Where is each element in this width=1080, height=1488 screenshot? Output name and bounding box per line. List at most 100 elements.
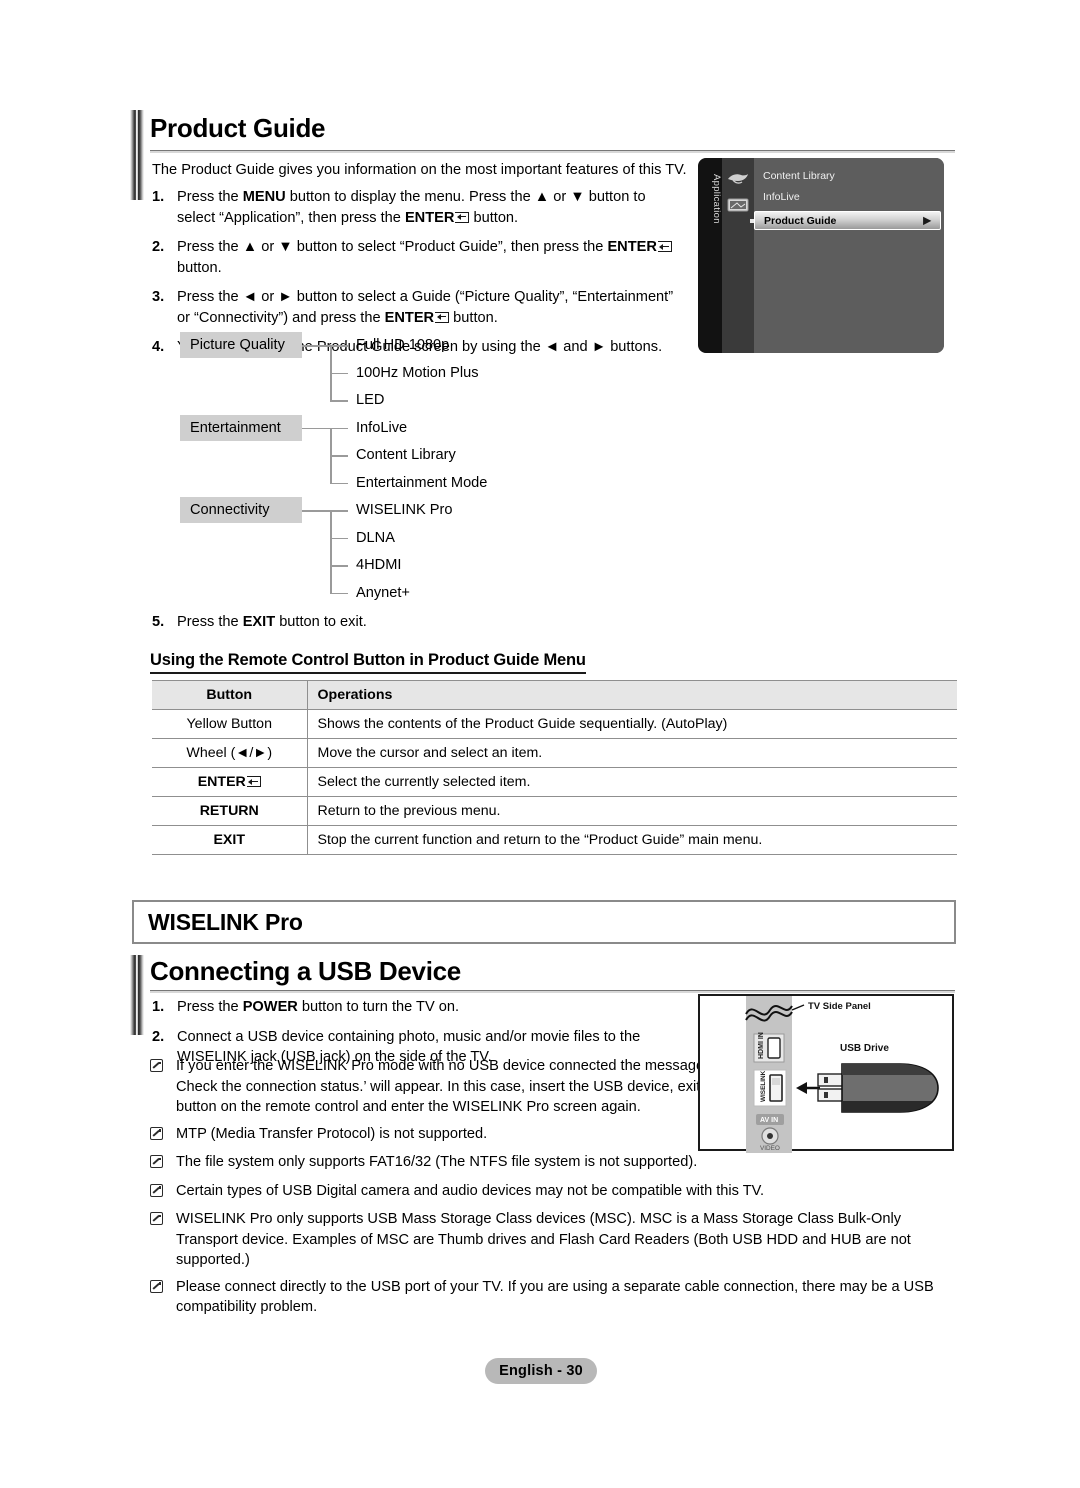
osd-sidebar-label: Application	[711, 174, 722, 224]
wiselink-pro-title: WISELINK Pro	[148, 908, 303, 935]
table-cell-button: EXIT	[152, 825, 308, 855]
osd-application-sidebar: Application	[698, 158, 722, 353]
bird-icon	[727, 171, 749, 186]
step-number: 1.	[152, 189, 165, 205]
tree-leaf-label: Content Library	[356, 447, 456, 463]
table-cell-button: ENTER	[152, 767, 308, 797]
wiselink-pro-section-box: WISELINK Pro	[132, 900, 956, 944]
step-number: 3.	[152, 289, 165, 305]
tree-leaf-connector	[330, 482, 348, 484]
table-row: Wheel (◄/►) Move the cursor and select an…	[152, 738, 957, 768]
step-number: 5.	[152, 614, 165, 630]
button-name: EXIT	[213, 832, 246, 848]
tree-group-label: Picture Quality	[190, 337, 285, 353]
step-text: Press the ◄ or ► button to select a Guid…	[177, 289, 674, 326]
numbered-step: 1. Press the POWER button to turn the TV …	[152, 997, 672, 1018]
table-cell-operation: Stop the current function and return to …	[307, 825, 957, 855]
manual-page: Product Guide The Product Guide gives yo…	[0, 0, 1080, 1488]
table-cell-operation: Select the currently selected item.	[307, 767, 957, 797]
tree-leaf-label: Full HD 1080p	[356, 337, 450, 353]
tree-group-box: Entertainment	[180, 414, 302, 441]
table-row: EXIT Stop the current function and return…	[152, 825, 957, 855]
note-text: WISELINK Pro only supports USB Mass Stor…	[176, 1211, 911, 1268]
tree-leaf-label: WISELINK Pro	[356, 502, 453, 518]
osd-menu-item[interactable]: InfoLive	[758, 189, 800, 206]
numbered-step: 5. Press the EXIT button to exit.	[152, 612, 682, 633]
hdmi-in-port-label: HDMI IN	[758, 1032, 765, 1059]
table-cell-button: Yellow Button	[152, 709, 308, 739]
chevron-right-icon: ▶	[923, 215, 931, 226]
note-icon	[150, 1056, 176, 1118]
step-text: Press the MENU button to display the men…	[177, 189, 646, 226]
tree-leaf-label: Anynet+	[356, 584, 410, 601]
tree-group-label: Entertainment	[190, 419, 281, 436]
page-title-product-guide: Product Guide	[150, 112, 326, 144]
osd-menu-item[interactable]: Content Library	[758, 168, 835, 185]
table-row: Yellow Button Shows the contents of the P…	[152, 709, 957, 739]
tree-leaf-label: 4HDMI	[356, 557, 402, 573]
remote-table-heading: Using the Remote Control Button in Produ…	[150, 651, 586, 674]
table-row: ENTER Select the currently selected item.	[152, 767, 957, 797]
note-icon	[150, 1277, 176, 1318]
tv-icon	[727, 198, 749, 213]
tree-leaf-connector	[330, 565, 348, 567]
note-icon	[150, 1209, 176, 1271]
video-jack-label: VIDEO	[760, 1145, 780, 1152]
table-cell-operation: Return to the previous menu.	[307, 796, 957, 826]
table-cell-operation: Move the cursor and select an item.	[307, 738, 957, 768]
tree-leaf-label: LED	[356, 392, 385, 408]
product-guide-title: Product Guide	[150, 113, 326, 143]
remote-operations-table: Button Operations Yellow Button Shows the…	[152, 680, 957, 855]
tree-leaf-label: Entertainment Mode	[356, 474, 488, 491]
section-marker-usb	[130, 955, 144, 1035]
tree-connector	[302, 427, 330, 429]
note-text: Certain types of USB Digital camera and …	[176, 1182, 765, 1199]
button-name: Yellow Button	[186, 716, 272, 732]
usb-diagram-svg: TV Side Panel HDMI IN WISELINK AV IN VID…	[745, 996, 939, 1153]
tree-connector	[302, 510, 330, 512]
osd-menu-item[interactable]: Product Guide ▶	[750, 211, 941, 230]
osd-menu-list: Content Library InfoLive Product Guide ▶	[750, 158, 944, 353]
product-guide-intro: The Product Guide gives you information …	[152, 162, 687, 178]
note-item: Please connect directly to the USB port …	[150, 1277, 940, 1318]
note-item: WISELINK Pro only supports USB Mass Stor…	[150, 1209, 940, 1271]
usb-connection-diagram: TV Side Panel HDMI IN WISELINK AV IN VID…	[698, 994, 954, 1153]
step-number: 2.	[152, 239, 165, 255]
numbered-step: 3. Press the ◄ or ► button to select a Gu…	[152, 287, 682, 328]
numbered-step: 1. Press the MENU button to display the m…	[152, 187, 682, 228]
button-name: Wheel (◄/►)	[186, 745, 273, 761]
note-icon	[150, 1124, 176, 1147]
step-text: Press the EXIT button to exit.	[177, 614, 367, 630]
osd-selection-tick	[750, 218, 754, 223]
product-guide-tree-diagram: Picture Quality Full HD 1080p 100Hz Motion…	[150, 330, 710, 605]
osd-menu-item-label: Product Guide	[764, 215, 837, 227]
tree-group-label: Connectivity	[190, 502, 270, 518]
osd-menu-item-label: Content Library	[763, 170, 835, 182]
tree-leaf-connector	[330, 537, 348, 539]
note-text: Please connect directly to the USB port …	[176, 1278, 934, 1316]
title-rule-usb	[150, 990, 955, 993]
tree-leaf-label: DLNA	[356, 529, 395, 546]
osd-icon-column	[722, 158, 754, 353]
note-text: The file system only supports FAT16/32 (…	[176, 1154, 698, 1170]
step-text: Press the ▲ or ▼ button to select “Produ…	[177, 237, 682, 278]
enter-key-icon	[246, 776, 261, 787]
button-name: RETURN	[199, 803, 259, 819]
step-text: Press the POWER button to turn the TV on…	[177, 999, 460, 1015]
table-header-row: Button Operations	[152, 680, 957, 710]
table-cell-operation: Shows the contents of the Product Guide …	[307, 709, 957, 739]
step-number: 1.	[152, 999, 165, 1015]
note-icon	[150, 1181, 176, 1204]
note-icon	[150, 1152, 176, 1175]
tree-group-box: Connectivity	[180, 497, 302, 523]
table-row: RETURN Return to the previous menu.	[152, 796, 957, 826]
tv-osd-screenshot: Application Content Library InfoLive Produ…	[698, 158, 944, 353]
tree-trunk	[330, 510, 332, 593]
tv-side-panel-label: TV Side Panel	[808, 1001, 871, 1012]
tree-leaf-connector	[330, 510, 348, 512]
tree-leaf-connector	[330, 345, 348, 347]
product-guide-final-step: 5. Press the EXIT button to exit.	[152, 612, 682, 642]
tree-connector	[302, 345, 330, 347]
numbered-step: 2. Press the ▲ or ▼ button to select “Pro…	[152, 237, 682, 278]
note-item: Certain types of USB Digital camera and …	[150, 1181, 940, 1204]
